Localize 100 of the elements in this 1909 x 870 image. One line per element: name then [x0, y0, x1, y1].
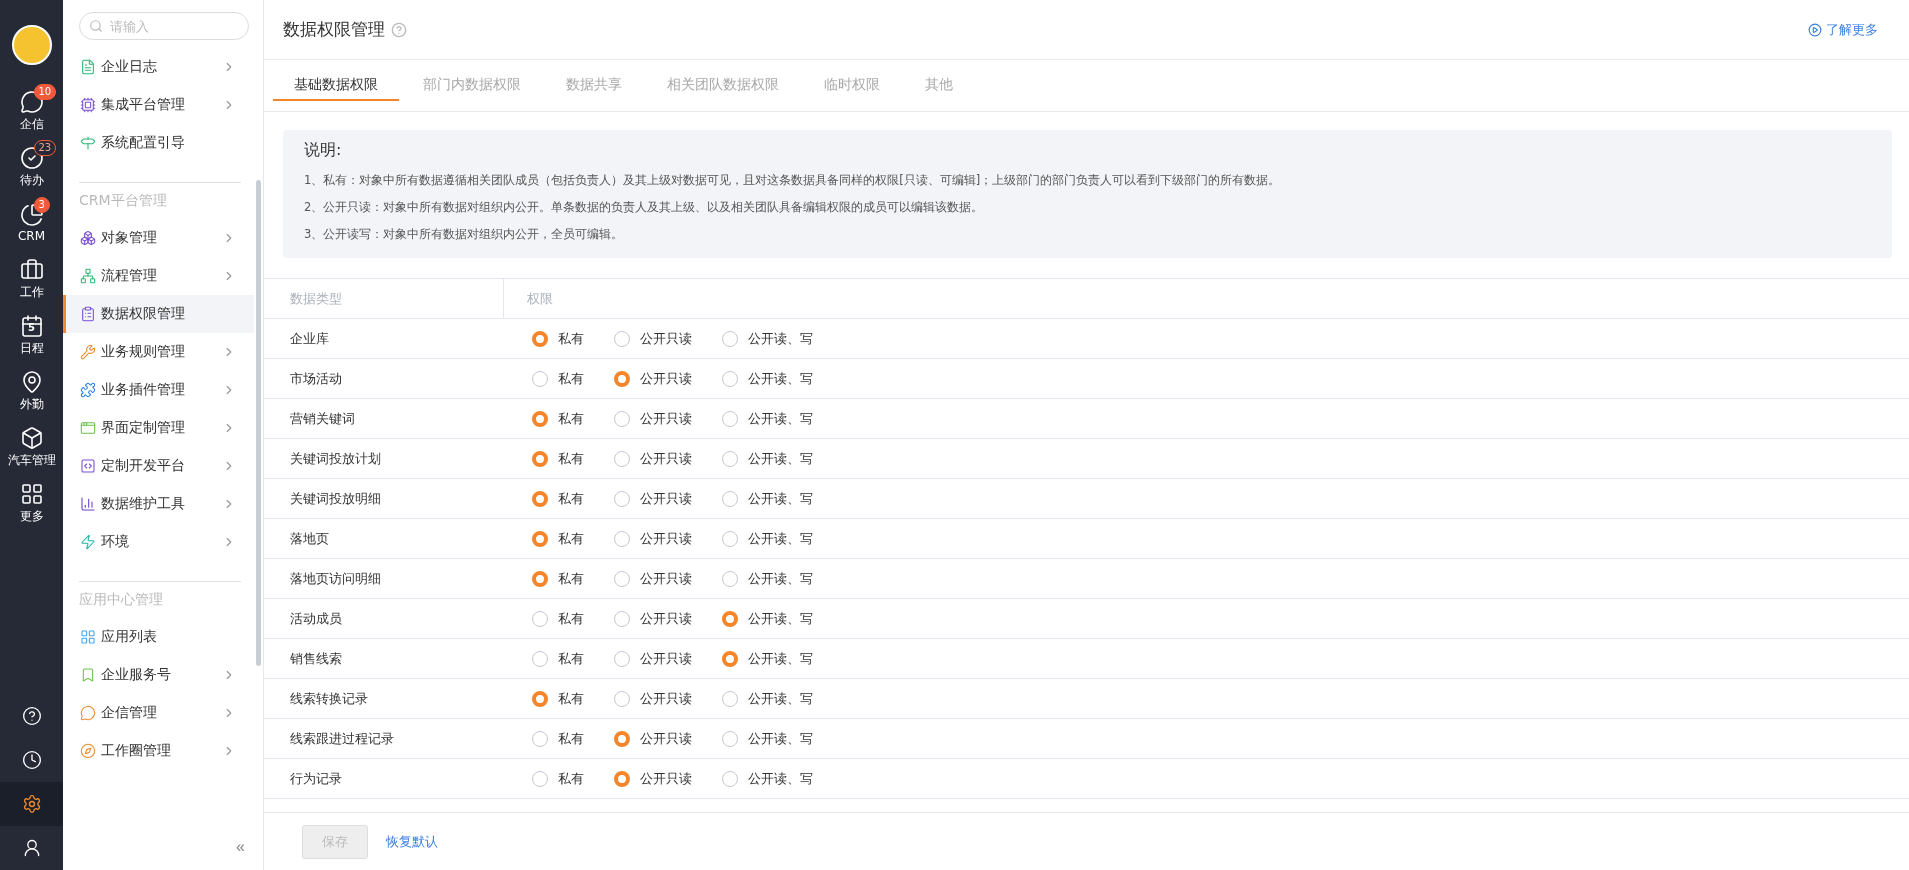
sidebar-item[interactable]: 企信管理 [63, 694, 254, 732]
radio-option[interactable]: 私有 [532, 449, 584, 468]
radio-button[interactable] [532, 410, 548, 427]
radio-option[interactable]: 公开只读 [614, 769, 692, 788]
radio-option[interactable]: 公开只读 [614, 689, 692, 708]
radio-option[interactable]: 公开只读 [614, 649, 692, 668]
radio-button[interactable] [532, 770, 548, 787]
radio-button[interactable] [722, 330, 738, 347]
radio-button[interactable] [532, 610, 548, 627]
radio-option[interactable]: 私有 [532, 409, 584, 428]
radio-button[interactable] [532, 490, 548, 507]
radio-button[interactable] [532, 450, 548, 467]
radio-button[interactable] [532, 690, 548, 707]
sidebar-item[interactable]: 业务规则管理 [63, 333, 254, 371]
radio-button[interactable] [722, 530, 738, 547]
sidebar-item[interactable]: 环境 [63, 523, 254, 561]
rail-item[interactable]: 汽车管理 [0, 419, 63, 475]
sidebar-item[interactable]: 数据维护工具 [63, 485, 254, 523]
avatar-icon[interactable] [11, 25, 52, 65]
radio-option[interactable]: 公开只读 [614, 369, 692, 388]
radio-option[interactable]: 私有 [532, 489, 584, 508]
sidebar-item[interactable]: 集成平台管理 [63, 86, 254, 124]
radio-option[interactable]: 私有 [532, 689, 584, 708]
radio-button[interactable] [532, 730, 548, 747]
radio-option[interactable]: 公开读、写 [722, 409, 813, 428]
radio-button[interactable] [614, 370, 630, 387]
tab[interactable]: 基础数据权限 [273, 60, 399, 101]
radio-button[interactable] [614, 650, 630, 667]
radio-button[interactable] [614, 410, 630, 427]
radio-option[interactable]: 公开读、写 [722, 729, 813, 748]
rail-item[interactable]: 外勤 [0, 363, 63, 419]
sidebar-item[interactable]: 流程管理 [63, 257, 254, 295]
sidebar-item[interactable]: 定制开发平台 [63, 447, 254, 485]
radio-option[interactable]: 公开只读 [614, 569, 692, 588]
radio-option[interactable]: 公开只读 [614, 489, 692, 508]
radio-button[interactable] [614, 770, 630, 787]
radio-option[interactable]: 私有 [532, 769, 584, 788]
rail-item[interactable]: 5 日程 [0, 307, 63, 363]
sidebar-item[interactable]: 应用列表 [63, 618, 254, 656]
sidebar-item[interactable]: 业务插件管理 [63, 371, 254, 409]
radio-option[interactable]: 私有 [532, 369, 584, 388]
rail-item[interactable]: 3 CRM [0, 195, 63, 251]
radio-button[interactable] [722, 370, 738, 387]
radio-option[interactable]: 公开读、写 [722, 529, 813, 548]
radio-button[interactable] [722, 570, 738, 587]
radio-option[interactable]: 公开读、写 [722, 649, 813, 668]
radio-button[interactable] [722, 650, 738, 667]
radio-option[interactable]: 公开只读 [614, 529, 692, 548]
rail-item[interactable]: 更多 [0, 475, 63, 531]
rail-item[interactable]: 工作 [0, 251, 63, 307]
radio-option[interactable]: 公开只读 [614, 329, 692, 348]
radio-button[interactable] [722, 730, 738, 747]
radio-button[interactable] [614, 330, 630, 347]
radio-button[interactable] [722, 450, 738, 467]
restore-default-link[interactable]: 恢复默认 [386, 832, 438, 851]
sidebar-item[interactable]: 界面定制管理 [63, 409, 254, 447]
learn-more-link[interactable]: 了解更多 [1808, 20, 1878, 39]
radio-option[interactable]: 公开读、写 [722, 769, 813, 788]
radio-option[interactable]: 公开读、写 [722, 329, 813, 348]
radio-button[interactable] [722, 490, 738, 507]
radio-option[interactable]: 公开只读 [614, 409, 692, 428]
radio-option[interactable]: 私有 [532, 649, 584, 668]
scrollbar[interactable] [256, 180, 261, 666]
radio-option[interactable]: 公开读、写 [722, 489, 813, 508]
settings-icon[interactable] [0, 782, 63, 826]
rail-item[interactable]: 10 企信 [0, 83, 63, 139]
sidebar-item[interactable]: 对象管理 [63, 219, 254, 257]
sidebar-item[interactable]: 数据权限管理 [63, 295, 254, 333]
sidebar-item[interactable]: 企业服务号 [63, 656, 254, 694]
radio-button[interactable] [614, 730, 630, 747]
radio-button[interactable] [532, 330, 548, 347]
radio-button[interactable] [532, 370, 548, 387]
radio-button[interactable] [722, 770, 738, 787]
radio-option[interactable]: 私有 [532, 569, 584, 588]
radio-option[interactable]: 私有 [532, 529, 584, 548]
radio-button[interactable] [722, 610, 738, 627]
radio-option[interactable]: 公开读、写 [722, 689, 813, 708]
radio-button[interactable] [532, 570, 548, 587]
rail-item[interactable]: 23 待办 [0, 139, 63, 195]
radio-button[interactable] [722, 690, 738, 707]
radio-button[interactable] [532, 650, 548, 667]
radio-option[interactable]: 公开只读 [614, 449, 692, 468]
radio-option[interactable]: 公开读、写 [722, 569, 813, 588]
radio-button[interactable] [614, 450, 630, 467]
search-field[interactable]: 请输入 [79, 12, 249, 40]
radio-option[interactable]: 公开只读 [614, 729, 692, 748]
radio-button[interactable] [614, 610, 630, 627]
radio-button[interactable] [614, 570, 630, 587]
radio-button[interactable] [614, 490, 630, 507]
sidebar-item[interactable]: 企业日志 [63, 48, 254, 86]
radio-button[interactable] [532, 530, 548, 547]
radio-button[interactable] [722, 410, 738, 427]
radio-option[interactable]: 公开只读 [614, 609, 692, 628]
radio-option[interactable]: 公开读、写 [722, 449, 813, 468]
radio-option[interactable]: 私有 [532, 329, 584, 348]
collapse-button[interactable]: « [236, 838, 245, 856]
radio-button[interactable] [614, 530, 630, 547]
sidebar-item[interactable]: 系统配置引导 [63, 124, 254, 162]
radio-option[interactable]: 公开读、写 [722, 369, 813, 388]
radio-option[interactable]: 公开读、写 [722, 609, 813, 628]
